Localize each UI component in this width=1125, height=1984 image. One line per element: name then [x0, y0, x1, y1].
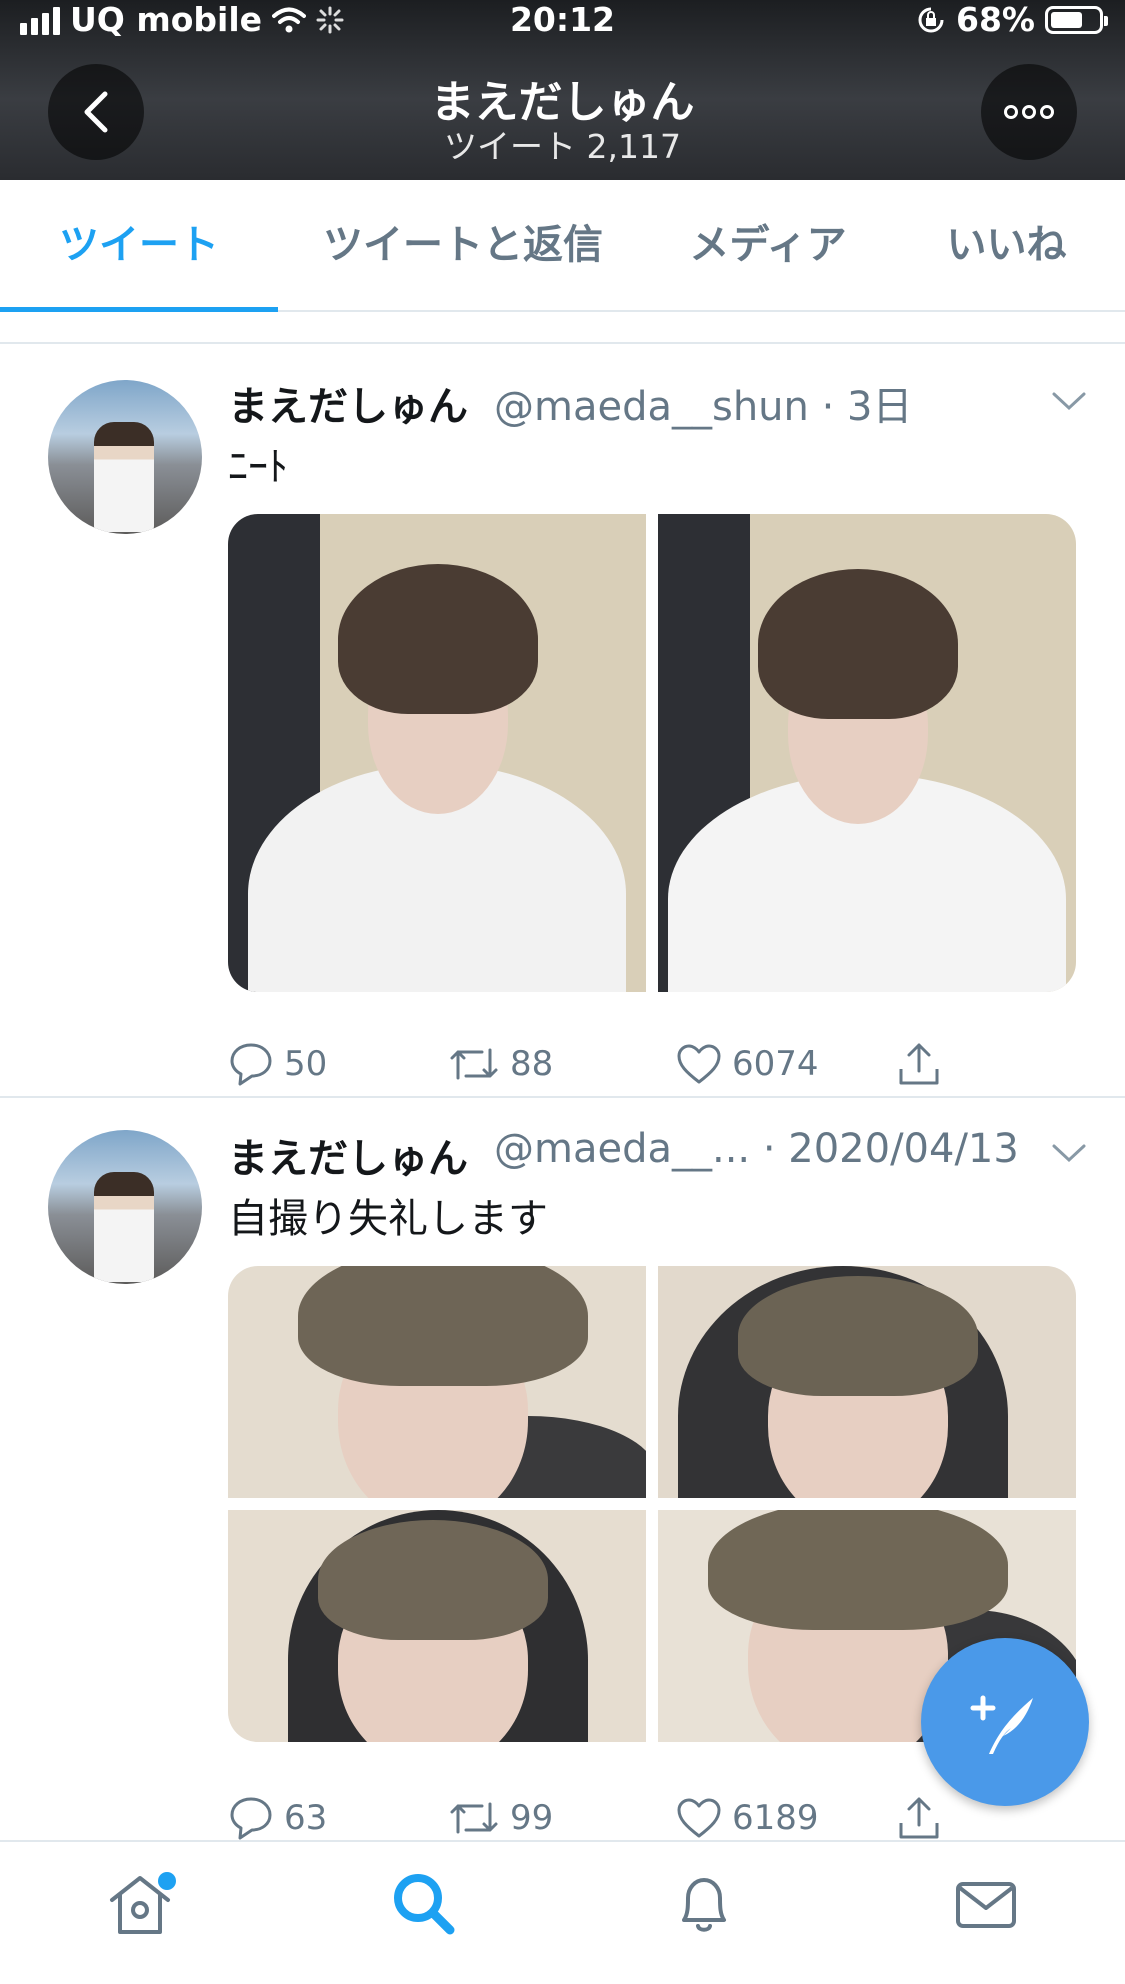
reply-bubble-icon	[230, 1043, 272, 1086]
reply-button[interactable]: 50	[228, 1034, 327, 1094]
profile-tabs: ツイート ツイートと返信 メディア いいね	[0, 180, 1125, 312]
like-button[interactable]: 6189	[676, 1788, 819, 1848]
rotation-lock-icon	[918, 7, 944, 32]
bottom-navigation	[0, 1840, 1125, 1984]
search-icon	[394, 1874, 455, 1935]
tweet-handle-time: @maeda__... · 2020/04/13	[494, 1126, 1019, 1172]
tweet-text: ﾆｰﾄ	[228, 444, 288, 490]
compose-tweet-icon	[970, 1695, 1033, 1754]
tweet-photo[interactable]	[228, 1510, 646, 1742]
reply-button[interactable]: 63	[228, 1788, 327, 1848]
tweet-actions: 50 88 6074	[228, 1034, 1076, 1094]
retweet-button[interactable]: 88	[448, 1034, 553, 1094]
tweet-handle-time: @maeda__shun · 3日	[494, 384, 913, 430]
share-icon	[899, 1797, 939, 1839]
reply-bubble-icon	[230, 1797, 272, 1840]
retweet-icon	[450, 1048, 498, 1080]
status-right-group: 68%	[916, 0, 1108, 39]
share-button[interactable]	[896, 1034, 942, 1094]
tweet-text: 自撮り失礼します	[228, 1196, 548, 1242]
status-bar: UQ mobile 20:12 68%	[0, 0, 1125, 40]
tweet-actions: 63 99 6189	[228, 1788, 1076, 1848]
tweet-author-name: まえだしゅん	[228, 384, 468, 430]
avatar[interactable]	[48, 1130, 202, 1284]
retweet-button[interactable]: 99	[448, 1788, 553, 1848]
active-tab-indicator	[0, 307, 278, 312]
tweet-photo[interactable]	[228, 1266, 646, 1498]
like-count: 6074	[732, 1044, 819, 1084]
avatar[interactable]	[48, 380, 202, 534]
like-count: 6189	[732, 1798, 819, 1838]
battery-percent: 68%	[956, 0, 1035, 39]
tweet-photo[interactable]	[228, 514, 646, 992]
like-button[interactable]: 6074	[676, 1034, 819, 1094]
tab-media[interactable]: メディア	[648, 180, 888, 310]
bell-icon	[682, 1878, 726, 1932]
more-button[interactable]	[981, 64, 1077, 160]
retweet-count: 99	[510, 1798, 554, 1838]
chevron-down-icon[interactable]	[1051, 390, 1087, 412]
reply-count: 50	[284, 1044, 328, 1084]
tweet-item[interactable]: まえだしゅん @maeda__shun · 3日 ﾆｰﾄ 50 88 6074	[0, 344, 1125, 1094]
tweet-photo[interactable]	[658, 514, 1076, 992]
heart-icon	[677, 1798, 721, 1838]
heart-icon	[677, 1044, 721, 1084]
envelope-icon	[956, 1882, 1016, 1928]
chevron-down-icon[interactable]	[1051, 1142, 1087, 1164]
share-button[interactable]	[896, 1788, 942, 1848]
tab-likes[interactable]: いいね	[888, 180, 1125, 310]
nav-messages[interactable]	[946, 1864, 1026, 1944]
retweet-count: 88	[510, 1044, 554, 1084]
tab-tweets-and-replies[interactable]: ツイートと返信	[278, 180, 648, 310]
battery-icon	[1045, 5, 1108, 34]
profile-header: UQ mobile 20:12 68% まえだしゅん ツイート 2,117	[0, 0, 1125, 180]
share-icon	[899, 1043, 939, 1085]
retweet-icon	[450, 1802, 498, 1834]
reply-count: 63	[284, 1798, 328, 1838]
tab-tweets[interactable]: ツイート	[0, 180, 278, 310]
tweet-count: ツイート 2,117	[444, 127, 681, 166]
nav-search[interactable]	[384, 1864, 464, 1944]
new-content-dot	[158, 1872, 176, 1890]
nav-notifications[interactable]	[664, 1864, 744, 1944]
more-dots-icon	[1004, 105, 1054, 119]
compose-tweet-button[interactable]	[921, 1638, 1089, 1806]
tweet-media[interactable]	[228, 514, 1076, 992]
tweet-author-name: まえだしゅん	[228, 1136, 468, 1182]
tweet-photo[interactable]	[658, 1266, 1076, 1498]
